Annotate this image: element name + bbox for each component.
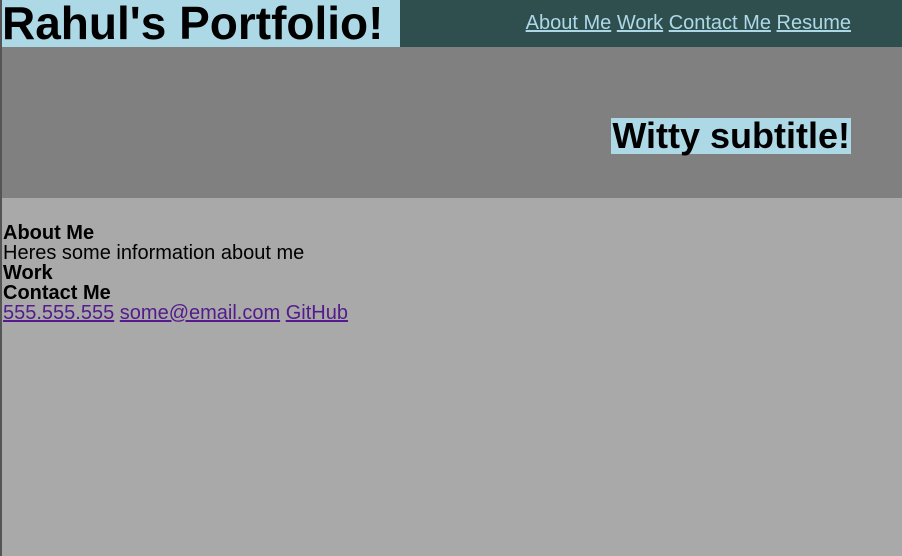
site-header: Rahul's Portfolio! About Me Work Contact… — [2, 0, 902, 47]
main-nav: About Me Work Contact Me Resume — [526, 12, 851, 35]
phone-link[interactable]: 555.555.555 — [3, 302, 114, 324]
nav-link-resume[interactable]: Resume — [777, 12, 851, 34]
contact-links: 555.555.555 some@email.com GitHub — [3, 303, 348, 323]
about-text: Heres some information about me — [3, 242, 305, 264]
hero-subtitle: Witty subtitle! — [611, 115, 851, 156]
site-title: Rahul's Portfolio! — [2, 0, 400, 47]
work-heading: Work — [3, 262, 53, 284]
about-heading: About Me — [3, 222, 95, 244]
github-link[interactable]: GitHub — [286, 302, 348, 324]
main-content: About Me Heres some information about me… — [3, 223, 348, 323]
nav-link-work[interactable]: Work — [617, 12, 663, 34]
hero-banner: Witty subtitle! — [2, 47, 902, 198]
nav-link-about-me[interactable]: About Me — [526, 12, 612, 34]
contact-heading: Contact Me — [3, 282, 111, 304]
nav-link-contact-me[interactable]: Contact Me — [669, 12, 771, 34]
email-link[interactable]: some@email.com — [120, 302, 280, 324]
